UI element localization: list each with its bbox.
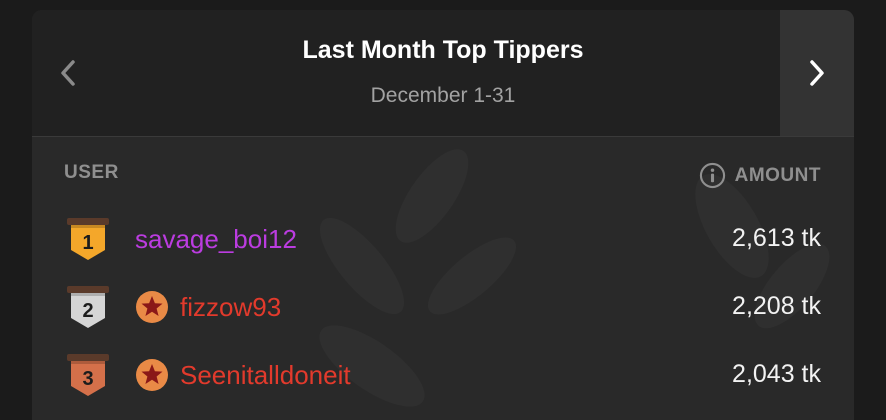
rank-medal-icon: 2 xyxy=(67,286,109,328)
leaderboard-row[interactable]: 2 fizzow93 2,208 tk xyxy=(32,281,854,333)
username-link[interactable]: savage_boi12 xyxy=(135,224,297,255)
next-period-button[interactable] xyxy=(780,10,854,136)
leaderboard-header: Last Month Top Tippers December 1-31 xyxy=(32,10,854,137)
amount-column-header: AMOUNT xyxy=(699,162,821,189)
tip-amount: 2,043 tk xyxy=(732,360,821,388)
rank-medal-icon: 1 xyxy=(67,218,109,260)
period-range: December 1-31 xyxy=(370,84,516,107)
username-link[interactable]: fizzow93 xyxy=(180,292,281,323)
star-badge-icon xyxy=(136,359,168,391)
tip-amount: 2,613 tk xyxy=(732,224,821,252)
rank-number: 3 xyxy=(82,368,93,390)
amount-column-label: AMOUNT xyxy=(734,164,821,186)
rank-number: 1 xyxy=(82,232,93,254)
username-link[interactable]: Seenitalldoneit xyxy=(180,360,351,391)
leaderboard-title: Last Month Top Tippers xyxy=(302,36,584,64)
rank-medal-icon: 3 xyxy=(67,354,109,396)
leaderboard-row[interactable]: 1 savage_boi12 2,613 tk xyxy=(32,213,854,265)
user-column-header: USER xyxy=(64,162,119,183)
previous-period-button[interactable] xyxy=(32,10,104,136)
star-badge-icon xyxy=(136,291,168,323)
chevron-right-icon xyxy=(810,60,824,86)
tip-amount: 2,208 tk xyxy=(732,292,821,320)
leaderboard-row[interactable]: 3 Seenitalldoneit 2,043 tk xyxy=(32,349,854,401)
top-tippers-card: Last Month Top Tippers December 1-31 USE… xyxy=(32,10,854,420)
info-icon[interactable] xyxy=(699,162,726,189)
rank-number: 2 xyxy=(82,300,93,322)
